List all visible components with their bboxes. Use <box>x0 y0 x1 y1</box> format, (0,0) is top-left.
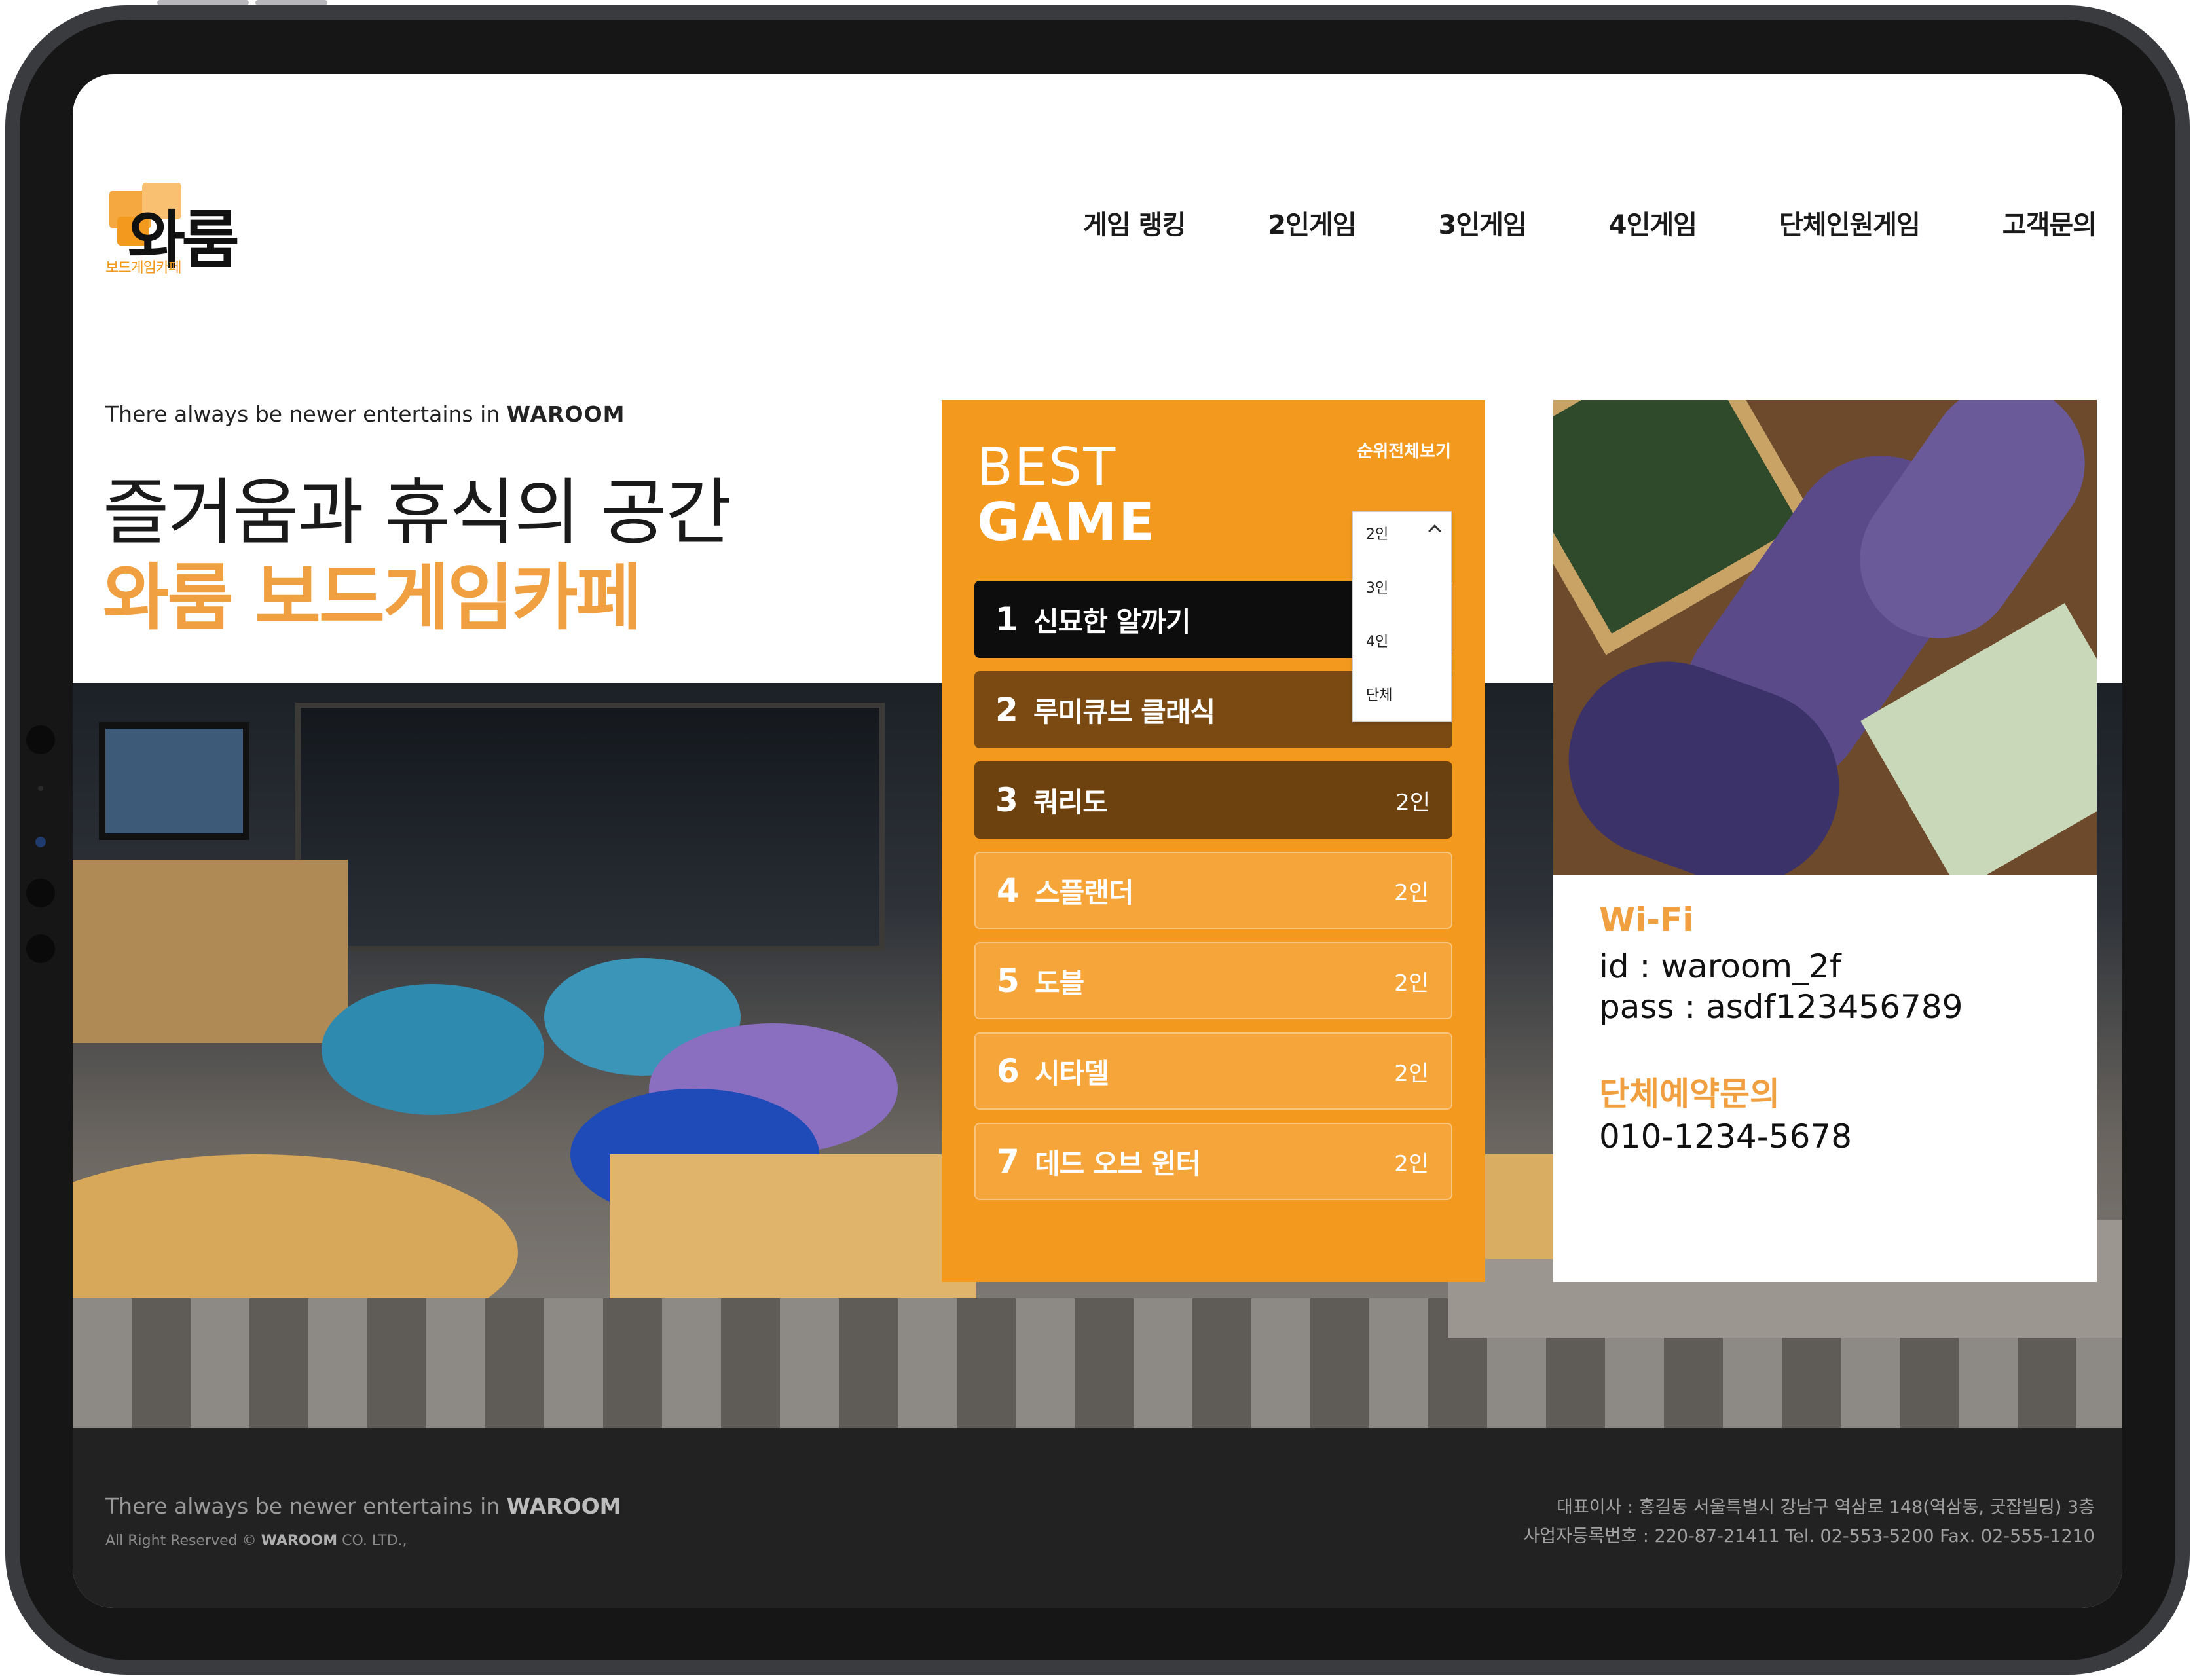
rank-players: 2인 <box>1394 879 1429 906</box>
rank-game-name: 데드 오브 윈터 <box>1035 1147 1201 1180</box>
best-game-panel: BEST GAME 순위전체보기 1 신묘한 알까기 2인 2 루미큐브 클래식… <box>942 400 1485 1282</box>
nav-3p-games[interactable]: 3인게임 <box>1439 204 1527 243</box>
footer-copyright-suffix: CO. LTD., <box>342 1533 407 1549</box>
nav-2p-games[interactable]: 2인게임 <box>1268 204 1356 243</box>
rank-players: 2인 <box>1394 1060 1429 1087</box>
rank-game-name: 신묘한 알까기 <box>1033 605 1190 638</box>
hero-tagline-brand: WAROOM <box>506 401 625 427</box>
rank-game-name: 시타델 <box>1035 1057 1109 1089</box>
best-title-line2: GAME <box>977 492 1156 553</box>
rank-number: 4 <box>997 871 1020 909</box>
photo-tv <box>99 722 249 840</box>
footer-address: 대표이사 : 홍길동 서울특별시 강남구 역삼로 148(역삼동, 굿잡빌딩) … <box>1557 1497 2095 1518</box>
nav-4p-games[interactable]: 4인게임 <box>1609 204 1697 243</box>
rank-game-name: 루미큐브 클래식 <box>1033 695 1215 728</box>
dropdown-option-2p[interactable]: 2인 <box>1366 522 1388 543</box>
footer-tagline: There always be newer entertains in WARO… <box>105 1493 621 1519</box>
camera-dot-2 <box>38 786 43 791</box>
rank-number: 6 <box>997 1052 1020 1090</box>
rank-number: 1 <box>995 600 1018 638</box>
footer-copyright-brand: WAROOM <box>261 1533 338 1549</box>
rank-number: 3 <box>995 781 1018 819</box>
footer: There always be newer entertains in WARO… <box>73 1428 2122 1608</box>
footer-tagline-text: There always be newer entertains in <box>105 1493 500 1519</box>
footer-copyright: All Right Reserved © WAROOM CO. LTD., <box>105 1533 407 1549</box>
hero-tagline-text: There always be newer entertains in <box>105 401 500 427</box>
hero-tagline: There always be newer entertains in WARO… <box>105 401 625 427</box>
player-count-dropdown[interactable]: 2인 3인 4인 단체 <box>1352 511 1452 722</box>
logo-subtitle: 보드게임카페 <box>105 260 181 276</box>
footer-company-info: 대표이사 : 홍길동 서울특별시 강남구 역삼로 148(역삼동, 굿잡빌딩) … <box>1523 1493 2095 1551</box>
group-reservation-phone[interactable]: 010-1234-5678 <box>1599 1118 1852 1156</box>
rank-players: 2인 <box>1394 1150 1429 1177</box>
rank-number: 2 <box>995 691 1018 729</box>
rank-item-3[interactable]: 3 쿼리도 2인 <box>974 761 1452 839</box>
rank-game-name: 쿼리도 <box>1033 786 1108 818</box>
rank-players: 2인 <box>1395 789 1430 816</box>
dropdown-option-4p[interactable]: 4인 <box>1366 630 1388 651</box>
camera-dot-3 <box>26 879 55 907</box>
wifi-label: Wi-Fi <box>1599 901 1694 939</box>
photo-window <box>295 703 885 951</box>
dropdown-option-3p[interactable]: 3인 <box>1366 576 1388 597</box>
view-all-ranking-link[interactable]: 순위전체보기 <box>1357 438 1451 462</box>
rank-number: 5 <box>997 962 1020 1000</box>
logo[interactable]: 와룸 보드게임카페 <box>104 176 248 281</box>
footer-tagline-brand: WAROOM <box>506 1493 621 1519</box>
hero-brand-heading: 와룸 보드게임카페 <box>103 556 642 640</box>
group-reservation-label: 단체예약문의 <box>1599 1075 1780 1113</box>
volume-button-top-2 <box>255 0 327 5</box>
photo-beanbag-1 <box>322 984 544 1115</box>
rank-item-6[interactable]: 6 시타델 2인 <box>974 1032 1452 1110</box>
rank-item-4[interactable]: 4 스플랜더 2인 <box>974 852 1452 929</box>
footer-copyright-prefix: All Right Reserved © <box>105 1533 257 1549</box>
screen: 와룸 보드게임카페 게임 랭킹 2인게임 3인게임 4인게임 단체인원게임 고객… <box>73 74 2122 1608</box>
wifi-password: pass : asdf123456789 <box>1599 988 1963 1026</box>
nav-game-ranking[interactable]: 게임 랭킹 <box>1083 204 1186 243</box>
nav-contact[interactable]: 고객문의 <box>2002 204 2097 243</box>
camera-lens <box>35 837 46 847</box>
footer-business-contact: 사업자등록번호 : 220-87-21411 Tel. 02-553-5200 … <box>1523 1526 2095 1546</box>
chevron-up-icon[interactable] <box>1428 524 1441 538</box>
rank-item-7[interactable]: 7 데드 오브 윈터 2인 <box>974 1123 1452 1200</box>
main-nav: 게임 랭킹 2인게임 3인게임 4인게임 단체인원게임 고객문의 <box>1083 204 2097 243</box>
photo-cabinet <box>73 860 348 1043</box>
wifi-id: id : waroom_2f <box>1599 947 1841 985</box>
camera-dot-4 <box>26 934 55 963</box>
volume-button-top <box>157 0 249 5</box>
nav-group-games[interactable]: 단체인원게임 <box>1779 204 1921 243</box>
rank-players: 2인 <box>1394 970 1429 996</box>
info-card: Wi-Fi id : waroom_2f pass : asdf12345678… <box>1553 400 2097 1282</box>
rank-number: 7 <box>997 1142 1020 1180</box>
rank-item-5[interactable]: 5 도블 2인 <box>974 942 1452 1019</box>
board-game-photo <box>1553 400 2097 875</box>
camera-dot-1 <box>26 725 55 754</box>
best-title-line1: BEST <box>977 437 1117 498</box>
dropdown-option-group[interactable]: 단체 <box>1366 684 1392 704</box>
rank-game-name: 스플랜더 <box>1035 876 1134 909</box>
rank-game-name: 도블 <box>1035 966 1084 999</box>
photo-table-2 <box>610 1154 976 1298</box>
